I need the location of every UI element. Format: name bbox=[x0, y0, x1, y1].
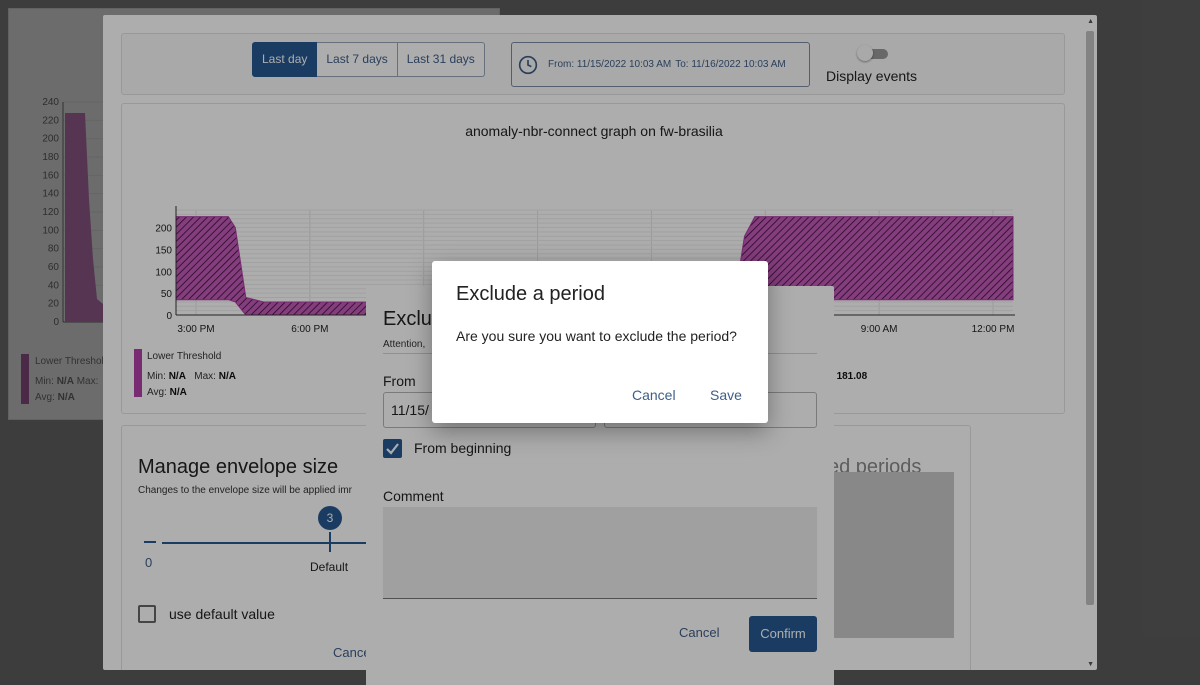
exclude-confirm-dialog: Exclude a period Are you sure you want t… bbox=[432, 261, 768, 423]
confirm-cancel-button[interactable]: Cancel bbox=[632, 387, 676, 403]
confirm-message: Are you sure you want to exclude the per… bbox=[456, 328, 737, 344]
confirm-save-button[interactable]: Save bbox=[710, 387, 742, 403]
confirm-title: Exclude a period bbox=[456, 283, 605, 305]
